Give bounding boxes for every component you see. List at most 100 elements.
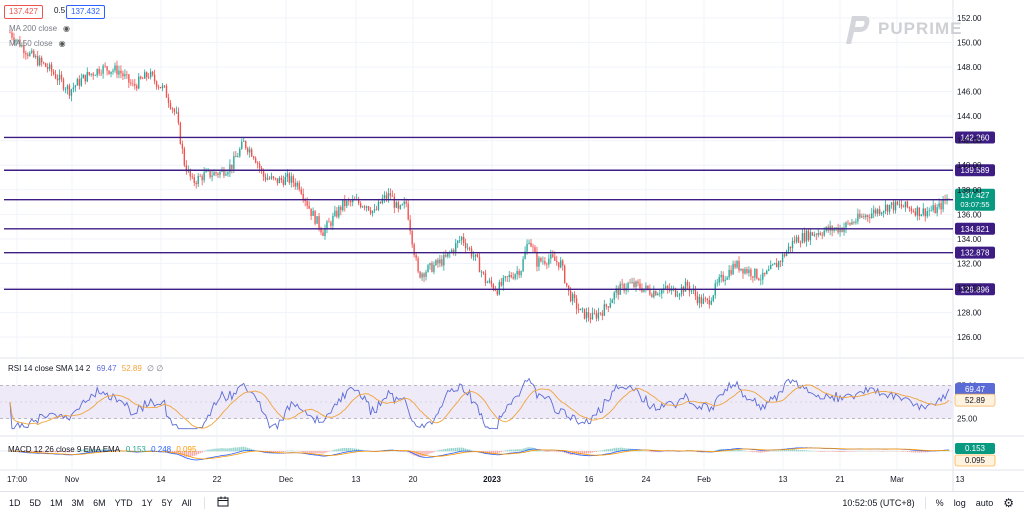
candle-body	[381, 198, 384, 204]
candle-body	[411, 231, 413, 245]
candle-body	[726, 277, 728, 280]
candle-body	[571, 294, 574, 302]
candle-body	[94, 75, 96, 77]
macd-histogram-bar	[922, 451, 924, 453]
candle-body	[564, 265, 566, 283]
candle-body	[884, 204, 887, 212]
candle-body	[433, 265, 435, 272]
candle-body	[940, 203, 942, 210]
auto-toggle[interactable]: auto	[976, 498, 994, 508]
macd-histogram-bar	[449, 448, 451, 452]
candle-body	[66, 85, 69, 90]
level-price-tag: 134.821	[955, 222, 995, 235]
candle-body	[676, 295, 679, 297]
candle-body	[443, 254, 445, 266]
macd-hist-tag-label: 0.095	[965, 456, 986, 465]
candle-body	[611, 299, 613, 304]
date-range-icon[interactable]	[217, 496, 229, 509]
candle-body	[775, 263, 778, 268]
eye-icon[interactable]: ◉	[63, 24, 70, 33]
candle-body	[258, 163, 261, 168]
candle-body	[44, 63, 47, 68]
macd-histogram-bar	[241, 446, 243, 452]
candle-body	[801, 233, 804, 243]
timeframe-5d[interactable]: 5D	[30, 498, 42, 508]
timeframe-1y[interactable]: 1Y	[142, 498, 153, 508]
gear-icon[interactable]: ⚙	[1003, 496, 1014, 510]
ma200-legend[interactable]: MA 200 close ◉	[9, 23, 70, 35]
candle-body	[278, 177, 281, 184]
macd-histogram-bar	[764, 451, 766, 453]
timeframe-6m[interactable]: 6M	[93, 498, 106, 508]
macd-histogram-bar	[787, 449, 790, 452]
macd-histogram-bar	[766, 451, 768, 452]
macd-histogram-bar	[585, 451, 588, 454]
candle-body	[397, 202, 399, 209]
timeframe-5y[interactable]: 5Y	[162, 498, 173, 508]
macd-histogram-bar	[603, 449, 606, 452]
candle-body	[367, 206, 370, 211]
candle-body	[730, 269, 732, 275]
ask-price-box[interactable]: 137.432	[66, 5, 105, 19]
timeframe-1d[interactable]: 1D	[9, 498, 21, 508]
candle-body	[385, 195, 388, 199]
candle-body	[912, 211, 915, 212]
candle-body	[706, 298, 709, 301]
price-tick-label: 138.00	[957, 186, 982, 195]
candle-body	[653, 291, 655, 297]
candle-body	[819, 233, 821, 235]
rsi-legend[interactable]: RSI 14 close SMA 14 2 69.47 52.89 ∅ ∅	[8, 363, 163, 375]
eye-icon[interactable]: ◉	[59, 39, 66, 48]
macd-histogram-bar	[227, 448, 229, 452]
candle-body	[338, 206, 340, 217]
timeframe-1m[interactable]: 1M	[50, 498, 63, 508]
macd-histogram-bar	[910, 451, 913, 453]
chart-canvas[interactable]: 75.0025.0069.4752.89 0.1530.095 142.2601…	[0, 0, 1024, 491]
candle-body	[744, 269, 746, 274]
candle-body	[738, 260, 740, 271]
time-tick-label: Nov	[65, 475, 79, 484]
clock-time[interactable]: 10:52:05 (UTC+8)	[842, 498, 914, 508]
macd-histogram-bar	[817, 451, 819, 452]
candle-body	[890, 202, 893, 205]
candle-body	[548, 258, 550, 265]
candle-body	[100, 73, 102, 75]
candle-body	[130, 82, 132, 84]
candle-body	[173, 109, 176, 112]
macd-histogram-bar	[853, 451, 855, 452]
macd-legend[interactable]: MACD 12 26 close 9 EMA EMA 0.153 0.248 0…	[8, 444, 196, 456]
macd-histogram-bar	[791, 449, 794, 452]
rsi-tick-label: 25.00	[957, 415, 978, 424]
macd-histogram-bar	[773, 450, 776, 452]
candle-body	[284, 176, 287, 185]
candle-body	[96, 68, 98, 76]
candle-body	[593, 312, 596, 314]
candle-body	[457, 240, 459, 244]
candle-body	[550, 254, 552, 259]
candle-body	[500, 282, 502, 286]
bid-price-box[interactable]: 137.427	[4, 5, 43, 19]
candle-body	[462, 236, 465, 244]
macd-histogram-bar	[762, 451, 764, 453]
candle-body	[847, 222, 849, 224]
candle-body	[746, 269, 748, 273]
candle-body	[215, 172, 217, 174]
candle-body	[728, 269, 730, 278]
candle-body	[613, 292, 615, 300]
candle-body	[399, 205, 401, 209]
macd-histogram-bar	[904, 451, 907, 452]
candle-body	[82, 74, 84, 79]
log-toggle[interactable]: log	[954, 498, 966, 508]
timeframe-all[interactable]: All	[182, 498, 192, 508]
candle-body	[227, 172, 229, 175]
percent-toggle[interactable]: %	[936, 498, 944, 508]
candle-body	[102, 65, 104, 74]
timeframe-ytd[interactable]: YTD	[115, 498, 133, 508]
macd-histogram-bar	[805, 450, 808, 452]
candle-body	[29, 52, 31, 56]
macd-histogram-bar	[229, 448, 231, 452]
timeframe-3m[interactable]: 3M	[72, 498, 85, 508]
candle-body	[254, 158, 257, 163]
ma50-legend[interactable]: MA 50 close ◉	[9, 38, 66, 50]
candle-body	[472, 256, 475, 258]
